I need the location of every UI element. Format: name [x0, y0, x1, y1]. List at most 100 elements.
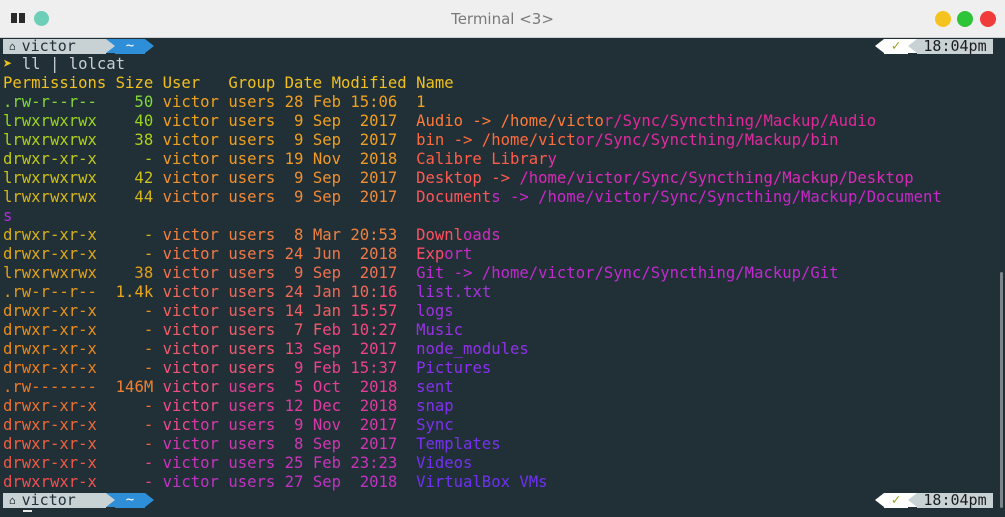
listing-text: /home/victor/Sync/Syncthing/Mackup/Deskt… — [519, 169, 914, 187]
listing-text: victor users 24 Jan 10: — [162, 283, 379, 301]
listing-text: - — [143, 454, 163, 472]
listing-text: drwxr-xr-x - — [3, 340, 163, 358]
powerline-separator-icon — [145, 39, 154, 53]
listing-text: victor users 25 Feb 23:23 — [162, 454, 417, 472]
listing-text: victor users 9 Sep 2017 — [162, 169, 417, 187]
listing-text: Downl — [416, 226, 464, 244]
listing-row: drwxr-xr-x - victor users 14 Jan 15:57 l… — [3, 302, 454, 321]
listing-text: drwxr-xr-x - — [3, 397, 163, 415]
listing-text: oads — [463, 226, 501, 244]
command-text: ll | lolcat — [12, 55, 126, 73]
listing-text: node_modules — [416, 340, 529, 358]
listing-row: drwxr-xr-x - victor users 24 Jun 2018 Ex… — [3, 245, 472, 264]
listing-text: lrwxrwxrwx 38 — [3, 131, 163, 149]
listing-text: or/Sync/Syncthing/Mackup/bin — [575, 131, 839, 149]
listing-row: .rw------- 146M victor users 5 Oct 2018 … — [3, 378, 454, 397]
listing-row: drwxr-xr-x - victor users 8 Sep 2017 Tem… — [3, 435, 501, 454]
listing-text: drwxr-xr-x - — [3, 226, 163, 244]
listing-text: list.txt — [416, 283, 492, 301]
listing-text: Music — [416, 321, 464, 339]
listing-text: 3 Sep 2017 — [294, 340, 417, 358]
listing-text: 9 Feb 15:37 — [294, 359, 417, 377]
listing-text: bin -> /home/vict — [416, 131, 576, 149]
listing-text: Permissions Size User Group Date Modifie… — [3, 74, 454, 92]
home-icon: ⌂ — [9, 40, 16, 53]
listing-text: Sync — [416, 416, 454, 434]
listing-text: lrwxrwxrwx 44 — [3, 188, 163, 206]
listing-text: victor users 8 Sep 2017 — [162, 435, 417, 453]
listing-row: drwxr-xr-x - victor users 25 Feb 23:23 V… — [3, 454, 472, 473]
listing-text: Exp — [416, 245, 445, 263]
listing-row: lrwxrwxrwx 42 victor users 9 Sep 2017 De… — [3, 169, 914, 188]
listing-text: drwxr-xr-x — [3, 454, 144, 472]
listing-text: drwxr-xr-x - — [3, 245, 163, 263]
listing-text: lrwxrwxrwx 42 — [3, 169, 163, 187]
prompt-bar: ⌂ victor ~ ✓ 18:04pm — [3, 39, 993, 56]
prompt-time: 18:04pm — [917, 39, 993, 54]
listing-text: vic — [162, 416, 191, 434]
listing-text: Document — [416, 188, 492, 206]
listing-text: victor users 14 Jan — [162, 302, 351, 320]
listing-text: drwxr-xr-x - — [3, 321, 163, 339]
listing-row: lrwxrwxrwx 40 victor users 9 Sep 2017 Au… — [3, 112, 876, 131]
listing-text: sent — [416, 378, 454, 396]
listing-text: snap — [416, 397, 454, 415]
scrollbar[interactable] — [1000, 272, 1003, 508]
terminal-window: Terminal <3> ⌂ victor ~ ✓ 18:04pm ➤ ll | … — [0, 0, 1005, 517]
listing-row: drwxr-xr-x - victor users 9 Nov 2017 Syn… — [3, 416, 454, 435]
listing-text: Calibre Librar — [416, 150, 548, 168]
listing-row: drwxrwxr-x - victor users 27 Sep 2018 Vi… — [3, 473, 548, 492]
listing-text: .rw------- — [3, 378, 116, 396]
listing-text: Audio -> /home/victo — [416, 112, 604, 130]
prompt-user-segment: ⌂ victor — [3, 493, 106, 508]
listing-text: Pictures — [416, 359, 492, 377]
listing-text: drwxr-xr-x - — [3, 416, 163, 434]
listing-text: victor — [162, 378, 229, 396]
prompt-user-segment: ⌂ victor — [3, 39, 106, 54]
powerline-separator-icon — [106, 39, 115, 53]
listing-text: Templates — [416, 435, 501, 453]
close-button[interactable] — [980, 11, 996, 27]
listing-text: Git -> /home/victor/Sync/Syncthing/Macku… — [416, 264, 839, 282]
text-cursor — [23, 510, 32, 512]
prompt-directory: ~ — [115, 493, 145, 508]
terminal-content[interactable]: ⌂ victor ~ ✓ 18:04pm ➤ ll | lolcat Permis… — [3, 38, 995, 517]
listing-row: drwxr-xr-x - victor users 13 Sep 2017 no… — [3, 340, 529, 359]
minimize-button[interactable] — [935, 11, 951, 27]
listing-text: victor users 7 F — [162, 321, 323, 339]
prompt-user: victor — [21, 491, 76, 509]
prompt-arrow-icon: ➤ — [3, 55, 13, 73]
status-check-icon: ✓ — [884, 39, 908, 54]
listing-text: 1.4k — [115, 283, 163, 301]
prompt-bar-bottom: ⌂ victor ~ ✓ 18:04pm — [3, 493, 993, 510]
listing-text: y — [547, 150, 557, 168]
listing-text: ort — [444, 245, 473, 263]
listing-text: drwxr-xr-x - — [3, 150, 163, 168]
listing-text: Videos — [416, 454, 473, 472]
maximize-button[interactable] — [957, 11, 973, 27]
listing-text: VirtualBox VMs — [416, 473, 548, 491]
prompt-right-segment: ✓ 18:04pm — [875, 39, 993, 54]
powerline-separator-icon — [908, 493, 917, 507]
listing-text: victor users 9 Sep 2017 — [162, 112, 417, 130]
prompt-time: 18:04pm — [917, 493, 993, 508]
listing-text: victor users — [162, 359, 295, 377]
listing-text: r/Sync/Syncthing/Mackup/Audio — [603, 112, 877, 130]
listing-text: victor users 1 — [162, 340, 295, 358]
listing-row: drwxr-xr-x - victor users 9 Feb 15:37 Pi… — [3, 359, 491, 378]
listing-row: drwxr-xr-x - victor users 19 Nov 2018 Ca… — [3, 150, 557, 169]
listing-text: drwxrwxr-x — [3, 473, 135, 491]
status-check-icon: ✓ — [884, 493, 908, 508]
listing-text: 146M — [115, 378, 163, 396]
listing-text: .rw-r--r-- 50 — [3, 93, 163, 111]
listing-text: victor users 9 Sep 2017 — [162, 188, 417, 206]
listing-text: victor users 9 Sep 2017 — [162, 264, 417, 282]
window-title: Terminal <3> — [451, 10, 554, 28]
listing-row: .rw-r--r-- 1.4k victor users 24 Jan 10:1… — [3, 283, 491, 302]
prompt-user: victor — [21, 37, 76, 55]
listing-text: victor users 8 Mar 20:53 — [162, 226, 417, 244]
listing-row: s — [3, 207, 12, 226]
title-bar: Terminal <3> — [0, 0, 1005, 38]
listing-text: 16 — [378, 283, 417, 301]
listing-text: victor users 27 Sep 2018 — [162, 473, 417, 491]
